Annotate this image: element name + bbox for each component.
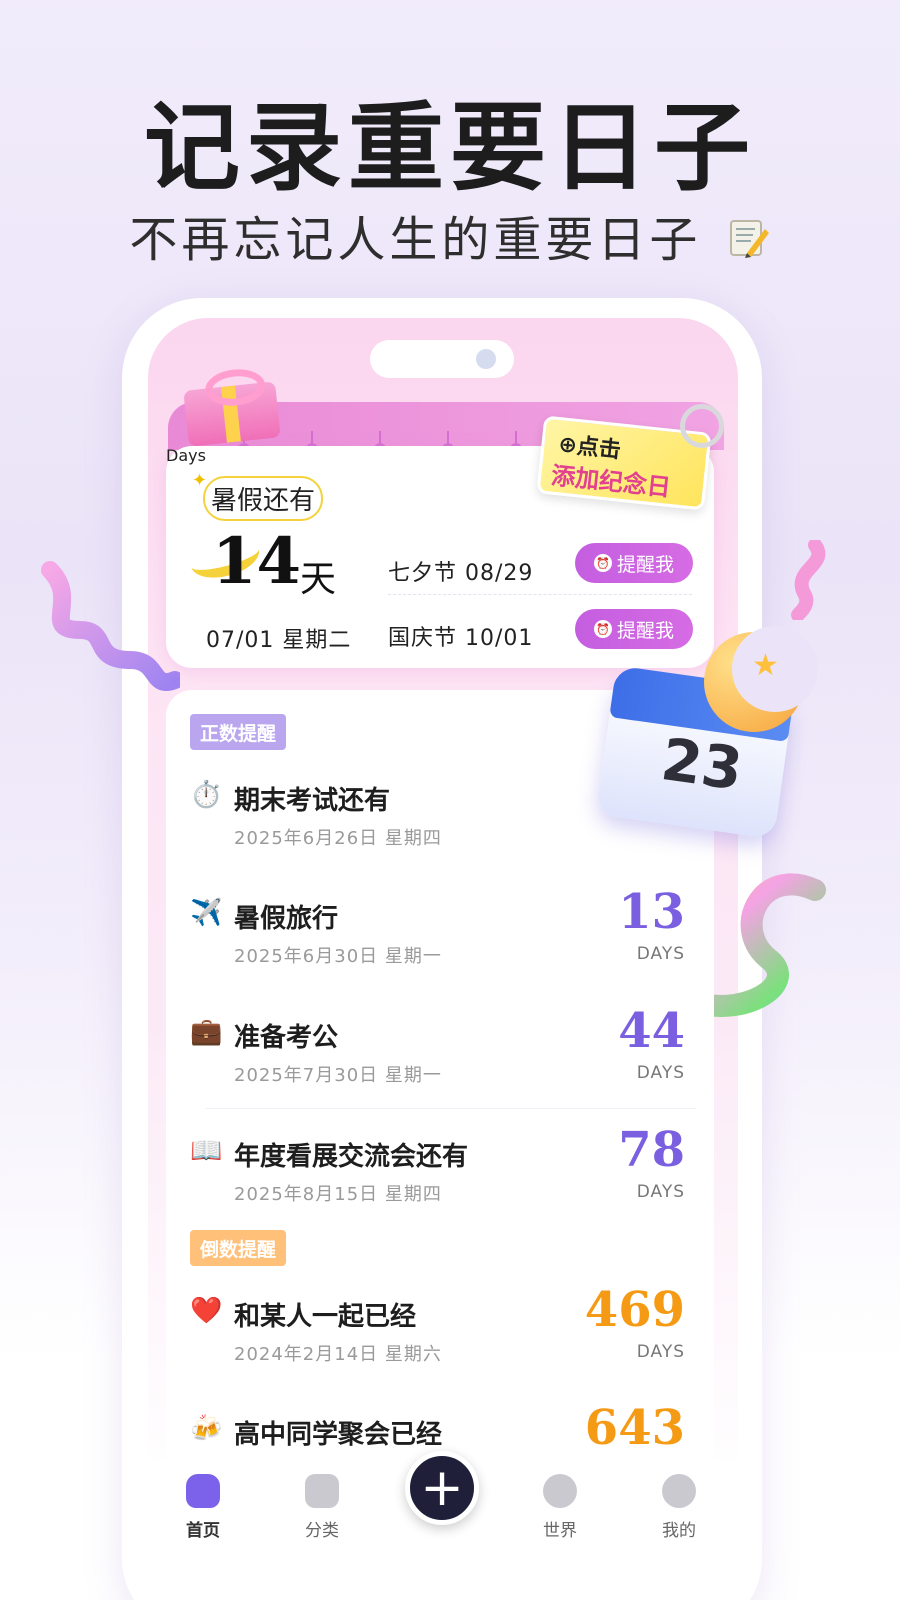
event-days-unit: DAYS bbox=[636, 1063, 685, 1083]
tab-home[interactable]: 首页 bbox=[173, 1474, 233, 1541]
memo-pencil-icon bbox=[727, 215, 771, 271]
subheadline: 不再忘记人生的重要日子 bbox=[0, 200, 900, 271]
event-days-count: 643 bbox=[584, 1400, 685, 1456]
card-watermark: Days bbox=[166, 446, 206, 465]
camera-dot bbox=[476, 349, 496, 369]
row-divider bbox=[206, 1108, 696, 1109]
headline: 记录重要日子 bbox=[144, 92, 756, 204]
add-button[interactable]: + bbox=[405, 1451, 479, 1525]
briefcase-icon: 💼 bbox=[190, 1017, 223, 1047]
event-date: 2025年6月30日 星期一 bbox=[234, 946, 442, 967]
tab-category[interactable]: 分类 bbox=[292, 1474, 352, 1541]
subheadline-text: 不再忘记人生的重要日子 bbox=[129, 212, 702, 268]
event-days-count: 78 bbox=[618, 1122, 685, 1178]
alarm-clock-icon: ⏰ bbox=[593, 620, 612, 638]
remind-me-label: 提醒我 bbox=[616, 553, 674, 576]
event-days-unit: DAYS bbox=[636, 1342, 685, 1362]
remind-me-button-national-day[interactable]: ⏰ 提醒我 bbox=[575, 609, 693, 649]
event-days-count: 469 bbox=[584, 1282, 685, 1338]
event-title[interactable]: 年度看展交流会还有 bbox=[234, 1136, 468, 1173]
ring-clip-icon bbox=[680, 404, 724, 448]
event-days-count: 13 bbox=[618, 884, 685, 940]
star-icon: ★ bbox=[752, 648, 779, 683]
event-date: 2024年2月14日 星期六 bbox=[234, 1344, 442, 1365]
today-date: 07/01 星期二 bbox=[206, 628, 352, 653]
home-icon bbox=[186, 1474, 220, 1508]
event-title[interactable]: 高中同学聚会已经 bbox=[234, 1414, 442, 1451]
event-title[interactable]: 暑假旅行 bbox=[234, 898, 338, 935]
airplane-icon: ✈️ bbox=[190, 898, 223, 928]
tab-mine-label: 我的 bbox=[662, 1521, 696, 1541]
holiday-national-day: 国庆节 10/01 bbox=[388, 626, 534, 651]
squiggle-decoration-left bbox=[40, 560, 184, 704]
event-date: 2025年8月15日 星期四 bbox=[234, 1184, 442, 1205]
heart-icon: ❤️ bbox=[190, 1296, 223, 1326]
remind-me-button-qixi[interactable]: ⏰ 提醒我 bbox=[575, 543, 693, 583]
event-title[interactable]: 和某人一起已经 bbox=[234, 1296, 416, 1333]
event-title[interactable]: 期末考试还有 bbox=[234, 780, 390, 817]
event-days-unit: DAYS bbox=[636, 944, 685, 964]
profile-icon bbox=[662, 1474, 696, 1508]
tab-home-label: 首页 bbox=[186, 1521, 220, 1541]
holiday-divider bbox=[388, 594, 692, 595]
stopwatch-icon: ⏱️ bbox=[190, 780, 223, 810]
remind-me-label: 提醒我 bbox=[616, 619, 674, 642]
count-up-tag: 正数提醒 bbox=[190, 714, 287, 750]
squiggle-decoration-right bbox=[770, 538, 830, 624]
gift-icon bbox=[183, 381, 281, 447]
tab-world-label: 世界 bbox=[543, 1521, 577, 1541]
beer-icon: 🍻 bbox=[190, 1414, 223, 1444]
event-title[interactable]: 准备考公 bbox=[234, 1017, 338, 1054]
count-down-tag: 倒数提醒 bbox=[190, 1230, 287, 1266]
planet-icon bbox=[543, 1474, 577, 1508]
phone-notch bbox=[370, 340, 514, 378]
summer-countdown-label: 暑假还有 bbox=[203, 476, 324, 521]
add-sticker-line2: 添加纪念日 bbox=[549, 461, 673, 502]
event-days-count: 44 bbox=[618, 1003, 685, 1059]
summer-days-unit: 天 bbox=[300, 559, 337, 600]
alarm-clock-icon: ⏰ bbox=[593, 554, 612, 572]
summer-days-count: 14 bbox=[212, 524, 302, 599]
category-icon bbox=[305, 1474, 339, 1508]
tab-category-label: 分类 bbox=[305, 1521, 339, 1541]
event-days-unit: DAYS bbox=[636, 1182, 685, 1202]
event-date: 2025年6月26日 星期四 bbox=[234, 828, 442, 849]
holiday-qixi: 七夕节 08/29 bbox=[388, 561, 534, 586]
event-date: 2025年7月30日 星期一 bbox=[234, 1065, 442, 1086]
book-icon: 📖 bbox=[190, 1136, 223, 1166]
calendar-day-number: 23 bbox=[657, 725, 747, 804]
tab-mine[interactable]: 我的 bbox=[649, 1474, 709, 1541]
tab-world[interactable]: 世界 bbox=[530, 1474, 590, 1541]
